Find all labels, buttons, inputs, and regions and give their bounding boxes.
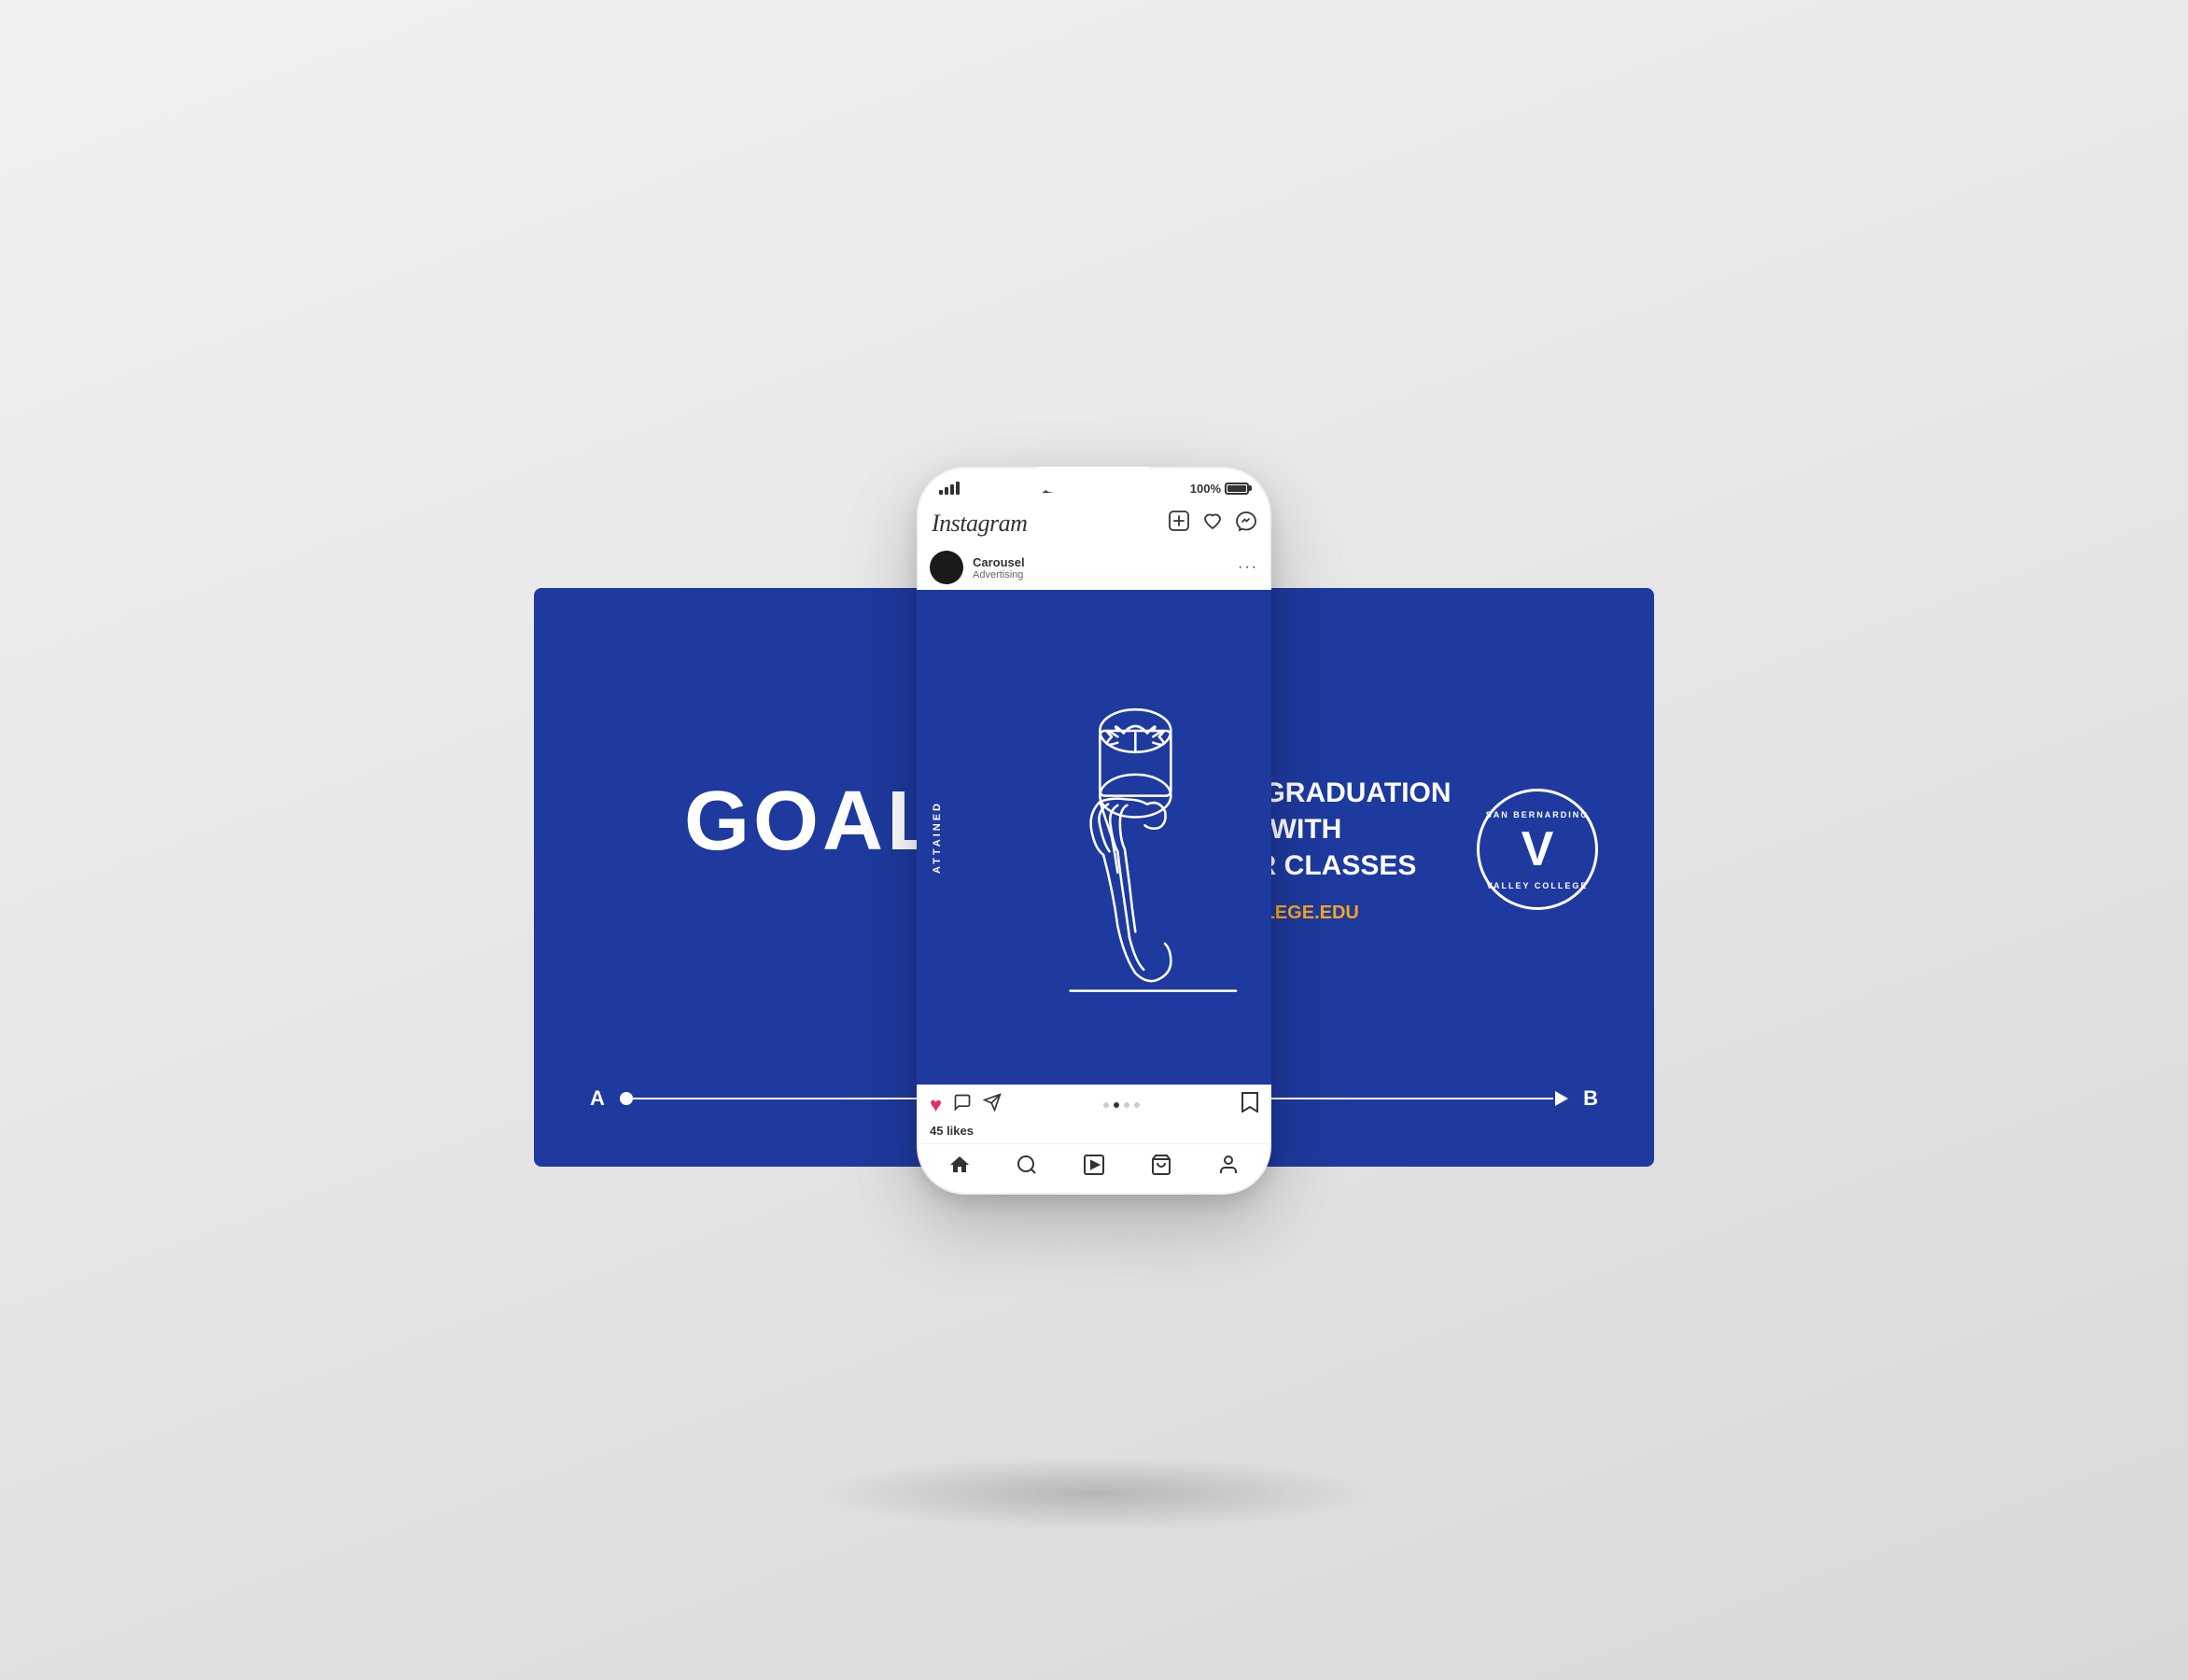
vc-logo-top-text: SAN BERNARDINO — [1480, 810, 1595, 819]
phone-notch — [1038, 467, 1150, 493]
home-nav-icon[interactable] — [948, 1154, 971, 1176]
battery-percent: 100% — [1190, 482, 1221, 496]
dot-2 — [1114, 1102, 1119, 1108]
post-image-inner: ATTAINED — [917, 590, 1271, 1085]
point-a-label: A — [590, 1086, 605, 1111]
battery-area: 100% — [1190, 482, 1249, 496]
vc-logo: SAN BERNARDINO V VALLEY COLLEGE — [1477, 789, 1598, 910]
phone: 11: 11 a.m. 100% Instagram — [917, 467, 1271, 1195]
post-more-button[interactable]: ··· — [1238, 559, 1258, 576]
bottom-navigation — [917, 1143, 1271, 1195]
post-subtitle: Advertising — [973, 569, 1025, 581]
reels-nav-icon[interactable] — [1083, 1154, 1105, 1176]
share-button[interactable] — [983, 1093, 1002, 1117]
signal-bar-2 — [945, 487, 948, 495]
post-user-info: Carousel Advertising — [973, 555, 1025, 581]
vc-logo-bottom-text: VALLEY COLLEGE — [1480, 881, 1595, 890]
line-a-dot — [620, 1092, 633, 1105]
vc-logo-letter: V — [1522, 825, 1554, 874]
profile-nav-icon[interactable] — [1217, 1154, 1240, 1176]
post-user[interactable]: Carousel Advertising — [930, 551, 1025, 584]
attained-label: ATTAINED — [932, 801, 943, 874]
likes-count: 45 likes — [917, 1122, 1271, 1143]
scene: GOAL A GET TO GRADUATION FASTER WITH SUM… — [441, 233, 1747, 1447]
dot-3 — [1124, 1102, 1129, 1108]
comment-button[interactable] — [953, 1093, 972, 1117]
battery-icon — [1225, 483, 1249, 495]
like-button[interactable]: ♥ — [930, 1093, 942, 1117]
signal-bar-3 — [950, 484, 954, 495]
signal-bars — [939, 482, 960, 495]
diploma-illustration — [917, 590, 1271, 1085]
messenger-icon[interactable] — [1236, 511, 1256, 537]
post-actions: ♥ — [917, 1085, 1271, 1122]
battery-fill — [1227, 485, 1246, 492]
post-header: Carousel Advertising ··· — [917, 545, 1271, 590]
goal-text: GOAL — [684, 774, 942, 870]
shop-nav-icon[interactable] — [1150, 1154, 1172, 1176]
signal-bar-4 — [956, 482, 960, 495]
dot-1 — [1103, 1102, 1109, 1108]
notifications-icon[interactable] — [1202, 511, 1223, 537]
save-button[interactable] — [1241, 1092, 1258, 1118]
signal-bar-1 — [939, 490, 943, 495]
phone-mockup: 11: 11 a.m. 100% Instagram — [917, 467, 1271, 1195]
post-image: ATTAINED — [917, 590, 1271, 1085]
instagram-logo: Instagram — [932, 510, 1027, 538]
post-avatar — [930, 551, 963, 584]
search-nav-icon[interactable] — [1016, 1154, 1038, 1176]
dot-4 — [1134, 1102, 1140, 1108]
point-b-label: B — [1583, 1086, 1598, 1111]
instagram-header: Instagram — [917, 504, 1271, 545]
post-actions-left: ♥ — [930, 1093, 1002, 1117]
carousel-dots — [1103, 1102, 1140, 1108]
instagram-icons — [1169, 511, 1256, 537]
add-post-icon[interactable] — [1169, 511, 1189, 537]
arrow-b — [1555, 1091, 1568, 1106]
post-username: Carousel — [973, 555, 1025, 569]
